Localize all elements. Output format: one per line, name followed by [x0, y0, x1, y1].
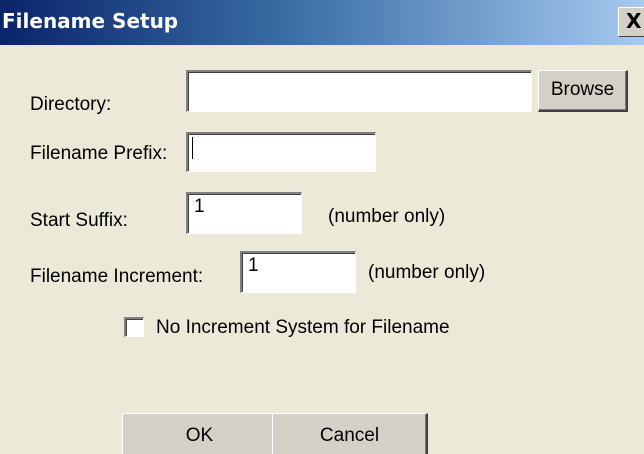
cancel-button[interactable]: Cancel: [272, 413, 428, 454]
start-suffix-hint: (number only): [328, 206, 446, 227]
filename-increment-label: Filename Increment:: [30, 266, 204, 287]
start-suffix-label: Start Suffix:: [30, 210, 128, 231]
cancel-button-label: Cancel: [319, 425, 380, 446]
filename-prefix-input[interactable]: [186, 132, 376, 172]
start-suffix-input[interactable]: 1: [186, 192, 302, 234]
filename-increment-input[interactable]: 1: [240, 251, 356, 293]
filename-prefix-label: Filename Prefix:: [30, 143, 168, 164]
title-bar[interactable]: Filename Setup X: [0, 0, 644, 45]
no-increment-checkbox[interactable]: [124, 317, 144, 337]
close-button[interactable]: X: [618, 7, 644, 37]
directory-input[interactable]: [186, 70, 532, 112]
window-title: Filename Setup: [2, 9, 179, 33]
ok-button-label: OK: [185, 425, 214, 446]
start-suffix-value: 1: [194, 196, 205, 217]
filename-increment-value: 1: [248, 255, 259, 276]
directory-label: Directory:: [30, 94, 112, 115]
browse-button[interactable]: Browse: [538, 70, 628, 112]
text-caret: [192, 137, 193, 159]
no-increment-label[interactable]: No Increment System for Filename: [156, 317, 450, 339]
close-icon: X: [626, 9, 642, 33]
browse-button-label: Browse: [550, 79, 615, 100]
filename-increment-hint: (number only): [368, 262, 486, 283]
ok-button[interactable]: OK: [122, 413, 278, 454]
